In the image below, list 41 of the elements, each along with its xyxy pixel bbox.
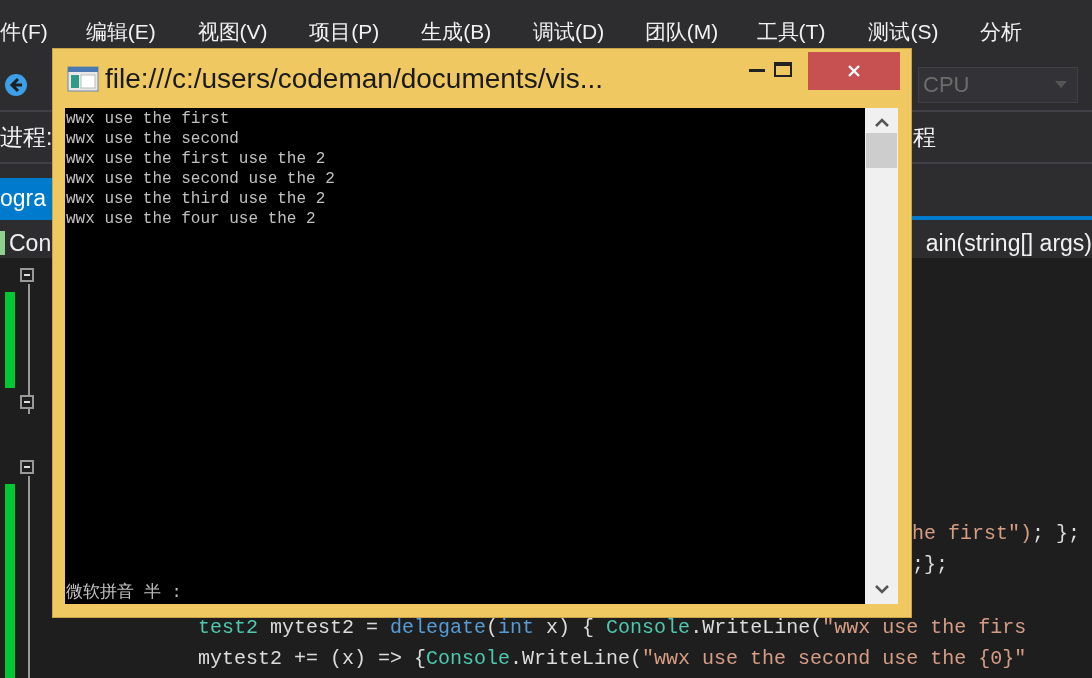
scrollbar-thumb[interactable] bbox=[866, 133, 897, 168]
scroll-up-icon[interactable] bbox=[874, 118, 889, 127]
type-dropdown[interactable]: Con bbox=[9, 229, 52, 257]
console-line: wwx use the first bbox=[66, 109, 231, 129]
file-tab[interactable]: ogra bbox=[0, 178, 53, 218]
process-label: 程 bbox=[913, 122, 936, 152]
menu-item[interactable]: 工具(T) bbox=[756, 18, 869, 46]
back-icon[interactable] bbox=[4, 73, 28, 97]
window-title: file:///c:/users/codeman/documents/vis... bbox=[105, 62, 603, 95]
code-line: mytest2 += (x) => {Console.WriteLine("wwx use the second use the {0}" bbox=[198, 647, 1027, 670]
scroll-down-icon[interactable] bbox=[874, 585, 889, 594]
collapse-icon[interactable] bbox=[20, 268, 34, 282]
ime-status: 微软拼音 半 : bbox=[66, 582, 182, 604]
menu-item[interactable]: 调试(D) bbox=[532, 18, 645, 46]
menu-item[interactable]: 生成(B) bbox=[421, 18, 533, 46]
console-line: wwx use the four use the 2 bbox=[66, 209, 317, 229]
code-line: he first"); }; bbox=[912, 522, 1081, 545]
scrollbar[interactable] bbox=[865, 108, 898, 604]
menu-item[interactable]: 编辑(E) bbox=[85, 18, 198, 46]
menu-item[interactable]: 分析 bbox=[980, 18, 1092, 46]
menu-item[interactable]: 测试(S) bbox=[868, 18, 981, 46]
maximize-icon bbox=[774, 62, 792, 78]
collapse-icon[interactable] bbox=[20, 460, 34, 474]
menu-item[interactable]: 项目(P) bbox=[309, 18, 422, 46]
close-icon bbox=[847, 64, 861, 78]
console-line: wwx use the third use the 2 bbox=[66, 189, 327, 209]
minimize-icon bbox=[749, 68, 765, 72]
menu-item[interactable]: 团队(M) bbox=[644, 18, 757, 46]
code-line: ;}; bbox=[912, 553, 948, 576]
console-line: wwx use the second bbox=[66, 129, 240, 149]
menu-item[interactable]: 件(F) bbox=[0, 18, 86, 46]
code-line: test2 mytest2 = delegate(int x) { Console.WriteLine("wwx use the firs bbox=[198, 616, 1027, 639]
caret-icon bbox=[1055, 81, 1067, 89]
console-line: wwx use the second use the 2 bbox=[66, 169, 336, 189]
member-dropdown[interactable]: ain(string[] args) bbox=[925, 229, 1092, 257]
collapse-icon[interactable] bbox=[20, 395, 34, 409]
console-icon bbox=[67, 65, 99, 92]
class-icon bbox=[0, 231, 5, 255]
process-label: 进程: bbox=[0, 122, 53, 152]
console-line: wwx use the first use the 2 bbox=[66, 149, 327, 169]
menu-item[interactable]: 视图(V) bbox=[197, 18, 310, 46]
